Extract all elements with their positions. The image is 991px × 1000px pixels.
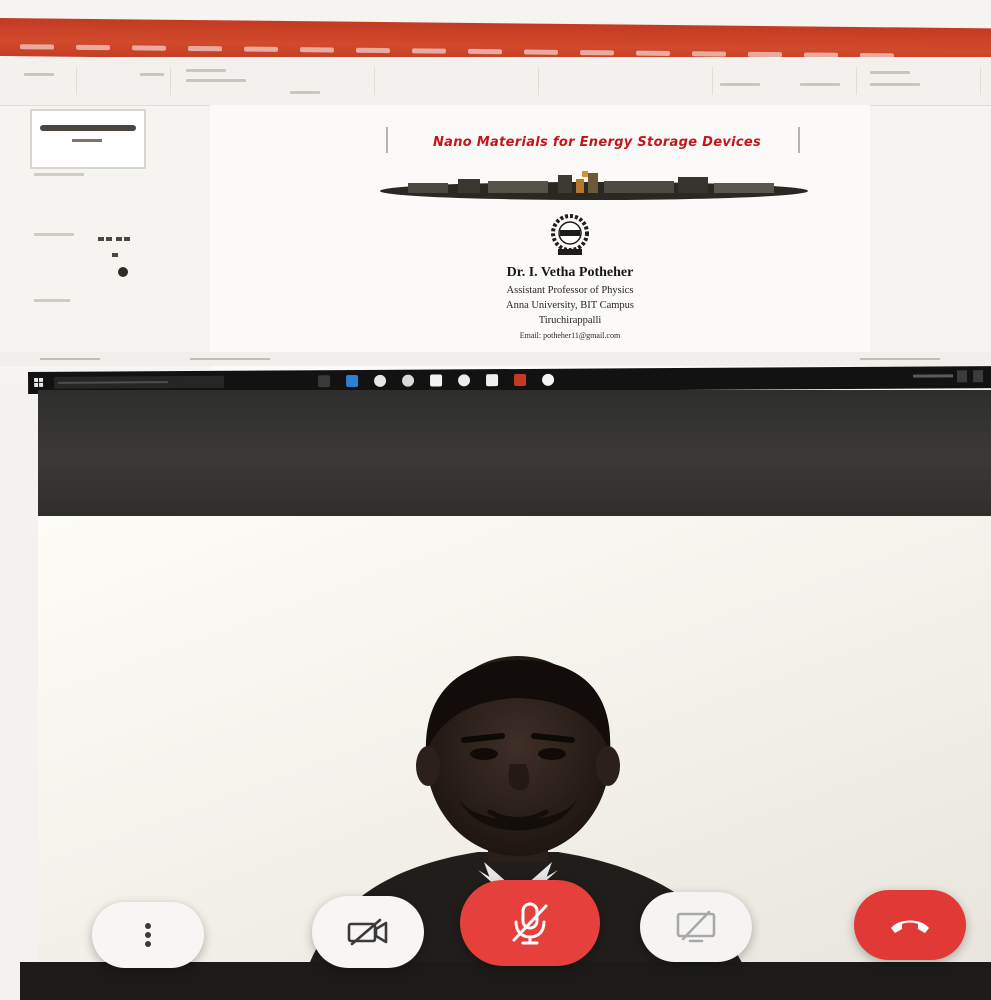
author-email: Email: potheher11@gmail.com	[519, 331, 621, 340]
app-icon[interactable]	[542, 373, 555, 386]
slide-thumbnail[interactable]	[30, 109, 146, 169]
ribbon-tab[interactable]	[468, 48, 502, 55]
ribbon-tab[interactable]	[356, 47, 390, 54]
ribbon-tab[interactable]	[20, 44, 54, 50]
ribbon-group[interactable]	[16, 67, 77, 95]
ribbon-control[interactable]	[870, 71, 910, 74]
ribbon-control[interactable]	[140, 73, 164, 76]
camera-off-icon	[347, 918, 388, 946]
ribbon-tab[interactable]	[244, 46, 278, 52]
status-item	[190, 358, 270, 360]
system-clock[interactable]	[913, 374, 954, 378]
thumbnail-text	[72, 139, 102, 142]
thumbnail-mark	[106, 237, 112, 241]
thumbnail-mark	[112, 253, 118, 257]
ribbon-control[interactable]	[800, 83, 840, 86]
ribbon-tab[interactable]	[132, 45, 166, 51]
ribbon-control[interactable]	[290, 91, 320, 94]
ribbon-control[interactable]	[24, 73, 54, 76]
thumbnail-image	[40, 125, 136, 131]
campus-skyline-image	[380, 171, 808, 200]
thumbnail-mark	[124, 237, 130, 241]
app-icon[interactable]	[458, 374, 471, 387]
video-call-screenshot: Nano Materials for Energy Storage Device…	[0, 0, 991, 1000]
ribbon-tab[interactable]	[188, 45, 222, 52]
thumbnail-mark	[116, 237, 122, 241]
file-explorer-icon[interactable]	[430, 374, 443, 387]
microphone-toggle-button[interactable]	[460, 880, 600, 966]
thumbnail-mark	[98, 237, 104, 241]
taskbar-search-box[interactable]	[54, 375, 225, 389]
thumbnail-bullet	[118, 267, 128, 277]
ribbon-toolbar	[0, 57, 991, 106]
ribbon-tab[interactable]	[76, 44, 110, 51]
network-icon[interactable]	[957, 370, 968, 383]
ribbon-tab[interactable]	[580, 50, 614, 56]
more-vert-icon	[145, 923, 151, 947]
slide-thumbnail-panel	[0, 105, 160, 375]
volume-icon[interactable]	[973, 370, 984, 383]
mic-off-icon	[512, 902, 548, 945]
call-end-icon	[891, 920, 929, 933]
ribbon-tab[interactable]	[412, 48, 446, 54]
ribbon-group[interactable]	[80, 67, 171, 95]
author-university: Anna University, BIT Campus	[505, 300, 635, 311]
ribbon-control[interactable]	[186, 69, 226, 72]
zoom-slider[interactable]	[860, 358, 940, 360]
end-call-button[interactable]	[854, 890, 966, 960]
section-divider[interactable]	[34, 233, 74, 236]
ribbon-control[interactable]	[870, 83, 920, 86]
author-name: Dr. I. Vetha Potheher	[506, 265, 634, 280]
ribbon-tab[interactable]	[636, 50, 670, 57]
slide-title: Nano Materials for Energy Storage Device…	[432, 135, 762, 150]
ribbon-group[interactable]	[378, 67, 539, 95]
camera-toggle-button[interactable]	[312, 896, 424, 968]
chrome-icon[interactable]	[374, 374, 387, 387]
ribbon-tab[interactable]	[524, 49, 558, 55]
app-icon[interactable]	[486, 374, 499, 387]
section-divider[interactable]	[34, 299, 70, 302]
task-view-icon[interactable]	[318, 375, 331, 388]
section-divider[interactable]	[34, 173, 84, 176]
shared-screen: Nano Materials for Energy Storage Device…	[0, 0, 991, 385]
present-screen-button[interactable]	[640, 892, 752, 962]
present-screen-off-icon	[676, 910, 716, 943]
university-emblem-icon	[551, 214, 589, 255]
video-background-dark	[38, 390, 991, 516]
author-city: Tiruchirappalli	[538, 315, 602, 326]
search-placeholder	[58, 381, 169, 384]
windows-start-icon[interactable]	[34, 377, 44, 388]
status-item	[40, 358, 100, 360]
ribbon-group[interactable]	[542, 67, 713, 95]
author-designation: Assistant Professor of Physics	[506, 285, 634, 296]
slide-canvas[interactable]: Nano Materials for Energy Storage Device…	[210, 105, 870, 370]
chrome-icon[interactable]	[402, 374, 415, 387]
ribbon-tab[interactable]	[300, 47, 334, 53]
ribbon-control[interactable]	[720, 83, 760, 86]
ribbon-tab[interactable]	[692, 51, 726, 57]
more-options-button[interactable]	[92, 902, 204, 968]
powerpoint-status-bar	[0, 352, 991, 366]
powerpoint-icon[interactable]	[514, 373, 527, 387]
system-tray	[957, 370, 984, 383]
ribbon-group[interactable]	[716, 67, 857, 95]
ribbon-control[interactable]	[186, 79, 246, 82]
edge-browser-icon[interactable]	[346, 374, 359, 388]
